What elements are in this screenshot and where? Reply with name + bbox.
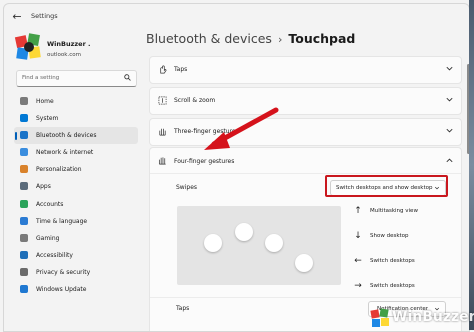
profile-name: WinBuzzer .: [47, 40, 91, 48]
sidebar-item-accessibility[interactable]: Accessibility: [14, 247, 138, 264]
breadcrumb-parent[interactable]: Bluetooth & devices: [146, 31, 272, 46]
motion-label: Switch desktops: [370, 257, 415, 264]
shield-icon: [20, 267, 28, 276]
bluetooth-icon: [20, 131, 28, 140]
sidebar-item-home[interactable]: Home: [14, 93, 138, 110]
sidebar-item-label: Personalization: [36, 166, 82, 174]
winbuzzer-logo-icon: [370, 308, 389, 327]
search-icon: [124, 74, 131, 81]
home-icon: [20, 97, 28, 105]
page-title: Touchpad: [288, 31, 356, 46]
sidebar-item-label: Accounts: [36, 200, 64, 208]
sidebar-item-system[interactable]: System: [14, 110, 138, 127]
sidebar-item-bluetooth[interactable]: Bluetooth & devices: [14, 127, 138, 145]
user-profile[interactable]: WinBuzzer . outlook.com: [14, 32, 139, 64]
gesture-preview: [177, 206, 341, 285]
gesture-motion-list: ↑ Multitasking view ↓ Show desktop ← Swi…: [350, 206, 460, 306]
sidebar-item-privacy[interactable]: Privacy & security: [14, 264, 138, 281]
titlebar: ← Settings: [4, 4, 469, 30]
arrow-right-icon: →: [354, 281, 362, 291]
search-input[interactable]: Find a setting: [16, 70, 137, 87]
profile-email: outlook.com: [47, 52, 81, 58]
arrow-up-icon: ↑: [354, 206, 362, 216]
scroll-zoom-icon: [158, 96, 167, 105]
section-four-finger-gestures: Four-finger gestures Swipes Switch deskt…: [149, 147, 462, 331]
sidebar-item-label: Network & internet: [36, 149, 94, 157]
four-finger-icon: [158, 157, 166, 165]
chevron-down-icon: [446, 97, 453, 102]
sidebar-item-label: Windows Update: [36, 286, 87, 294]
watermark-text: WinBuzzer: [392, 309, 474, 325]
back-arrow-icon[interactable]: ←: [10, 11, 24, 23]
motion-item: ← Switch desktops: [350, 256, 460, 281]
swipes-label: Swipes: [176, 184, 198, 191]
search-placeholder: Find a setting: [22, 75, 60, 81]
finger-dot: [235, 223, 253, 241]
highlight-box: [325, 175, 448, 197]
person-icon: [20, 199, 28, 208]
sidebar-item-label: Apps: [36, 183, 51, 191]
section-scroll-zoom[interactable]: Scroll & zoom: [149, 87, 462, 115]
update-icon: [20, 285, 28, 294]
sidebar-nav: Home System Bluetooth & devices Network …: [14, 93, 138, 298]
chevron-up-icon[interactable]: [445, 156, 454, 165]
sidebar-item-label: Accessibility: [36, 251, 73, 259]
annotation-arrow-icon: [204, 107, 279, 150]
gamepad-icon: [20, 233, 28, 242]
settings-window: ← Settings WinBuzzer . outlook.com Find …: [3, 3, 470, 332]
sidebar-item-label: Home: [36, 98, 54, 105]
tap-hand-icon: [160, 65, 167, 74]
chevron-down-icon: [446, 128, 453, 133]
globe-clock-icon: [20, 216, 28, 225]
breadcrumb-separator: ›: [277, 33, 283, 46]
avatar: [14, 33, 41, 60]
arrow-down-icon: ↓: [354, 231, 362, 241]
section-label: Four-finger gestures: [174, 158, 235, 165]
motion-label: Switch desktops: [370, 282, 415, 289]
sidebar-item-time-language[interactable]: Time & language: [14, 213, 138, 230]
section-label: Taps: [174, 66, 188, 73]
sidebar-item-network[interactable]: Network & internet: [14, 144, 138, 161]
brush-icon: [20, 165, 28, 174]
system-icon: [20, 114, 28, 123]
sidebar-item-label: Gaming: [36, 234, 60, 242]
divider: [150, 173, 461, 174]
wifi-icon: [20, 148, 28, 157]
desktop-background: [469, 0, 474, 330]
section-three-finger-gestures[interactable]: Three-finger gestures: [149, 118, 462, 146]
breadcrumb: Bluetooth & devices › Touchpad: [146, 31, 355, 46]
taps-label: Taps: [176, 305, 190, 312]
section-taps[interactable]: Taps: [149, 56, 462, 84]
three-finger-icon: [159, 128, 166, 136]
apps-icon: [20, 182, 28, 191]
sidebar-item-apps[interactable]: Apps: [14, 178, 138, 195]
sidebar-item-label: Bluetooth & devices: [36, 132, 97, 140]
sidebar-item-gaming[interactable]: Gaming: [14, 230, 138, 247]
sidebar-item-label: Time & language: [36, 217, 88, 225]
finger-dot: [204, 234, 222, 252]
sidebar-item-personalization[interactable]: Personalization: [14, 161, 138, 178]
watermark: WinBuzzer: [370, 306, 474, 330]
chevron-down-icon: [446, 66, 453, 71]
arrow-left-icon: ←: [354, 256, 362, 266]
sidebar-item-label: System: [36, 115, 59, 123]
finger-dot: [265, 234, 283, 252]
motion-label: Multitasking view: [370, 207, 418, 214]
app-title: Settings: [31, 12, 58, 20]
motion-item: ↑ Multitasking view: [350, 206, 460, 231]
sidebar-item-windows-update[interactable]: Windows Update: [14, 281, 138, 298]
divider: [150, 297, 461, 298]
sidebar-item-label: Privacy & security: [36, 268, 91, 276]
finger-dot: [295, 254, 313, 272]
accessibility-icon: [20, 250, 28, 259]
sidebar-item-accounts[interactable]: Accounts: [14, 196, 138, 213]
motion-item: ↓ Show desktop: [350, 231, 460, 256]
section-label: Scroll & zoom: [174, 97, 216, 104]
motion-label: Show desktop: [370, 232, 409, 239]
